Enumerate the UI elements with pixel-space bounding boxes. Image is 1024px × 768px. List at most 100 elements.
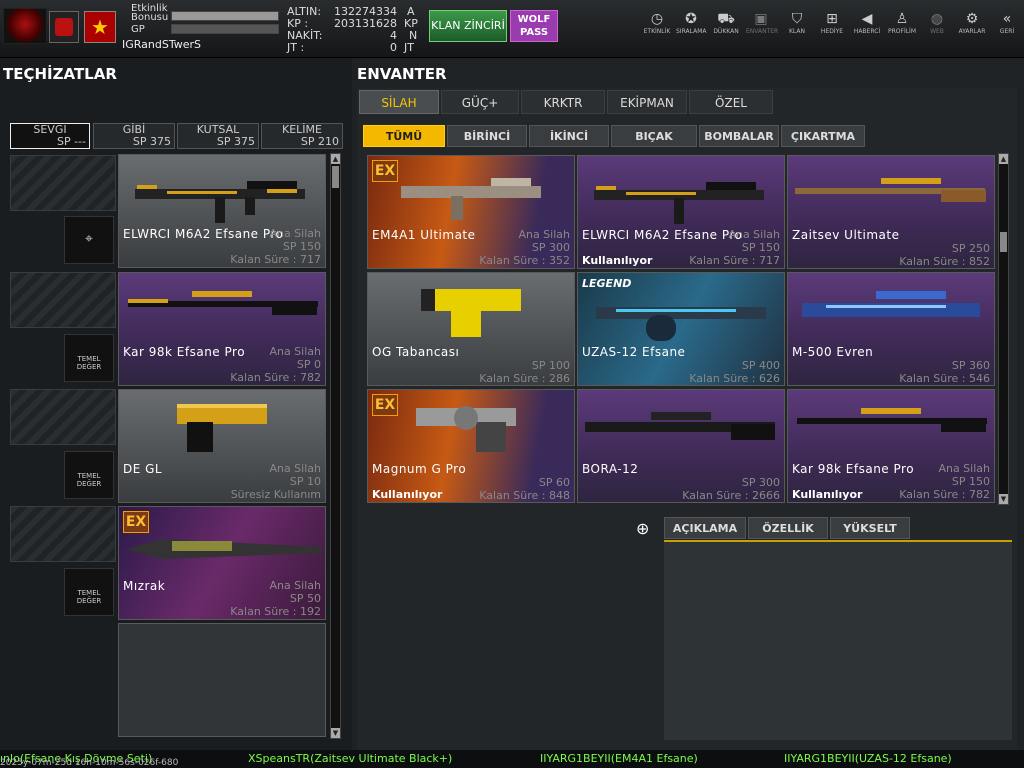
nav-envanter[interactable]: ▣ ENVANTER bbox=[746, 10, 779, 35]
sort-tab-sevgi[interactable]: SEVGİ SP --- bbox=[10, 123, 90, 149]
tab-ozel[interactable]: ÖZEL bbox=[689, 90, 773, 114]
inventory-item-bora[interactable]: BORA-12 SP 300 Kalan Süre : 2666 bbox=[577, 389, 785, 503]
medal-icon: ✪ bbox=[685, 11, 697, 27]
item-meta: Ana Silah SP 0 Kalan Süre : 782 bbox=[230, 345, 321, 384]
item-meta: Ana Silah SP 150 Kalan Süre : 717 bbox=[230, 227, 321, 266]
tab-krktr[interactable]: KRKTR bbox=[521, 90, 605, 114]
equipped-item-3[interactable]: DE GL Ana Silah SP 10 Süresiz Kullanım bbox=[118, 389, 326, 503]
klan-chain-button[interactable]: KLAN ZİNCİRİ bbox=[429, 10, 507, 42]
nav-label: PROFİLİM bbox=[887, 28, 917, 35]
inventory-item-kar98k[interactable]: Kar 98k Efsane Pro Ana Silah SP 150 Kalan … bbox=[787, 389, 995, 503]
inventory-item-uzas[interactable]: LEGEND UZAS-12 Efsane SP 400 Kalan Süre :… bbox=[577, 272, 785, 386]
subtab-birinci[interactable]: BİRİNCİ bbox=[447, 125, 527, 147]
equipped-item-4[interactable]: EX Mızrak Ana Silah SP 50 Kalan Süre : 192 bbox=[118, 506, 326, 620]
temel-label: TEMEL bbox=[77, 355, 101, 363]
item-sp: SP 300 bbox=[531, 241, 570, 254]
item-sp: SP 50 bbox=[289, 592, 321, 605]
attachment-slot[interactable] bbox=[10, 389, 116, 445]
attachment-slot[interactable] bbox=[10, 272, 116, 328]
nav-label: ENVANTER bbox=[746, 28, 779, 35]
zoom-icon[interactable]: ⊕ bbox=[636, 519, 649, 538]
scroll-thumb[interactable] bbox=[1000, 232, 1007, 252]
tab-ekipman[interactable]: EKİPMAN bbox=[607, 90, 687, 114]
subtab-ikinci[interactable]: İKİNCİ bbox=[529, 125, 609, 147]
item-name: Mızrak bbox=[123, 579, 166, 593]
pistol-gold-icon bbox=[177, 404, 267, 452]
item-type: Ana Silah bbox=[728, 228, 780, 241]
inventory-item-magnum[interactable]: EX Magnum G Pro SP 60 Kalan Süre : 848 Ku… bbox=[367, 389, 575, 503]
equipped-item-1[interactable]: ELWRCI M6A2 Efsane Pro Ana Silah SP 150 Ka… bbox=[118, 154, 326, 268]
tab-silah[interactable]: SİLAH bbox=[359, 90, 439, 114]
subtab-cikartma[interactable]: ÇIKARTMA bbox=[781, 125, 865, 147]
inventory-item-em4a1[interactable]: EX EM4A1 Ultimate Ana Silah SP 300 Kalan S… bbox=[367, 155, 575, 269]
temel-deger-button[interactable]: TEMEL DEĞER bbox=[64, 334, 114, 382]
inventory-item-og[interactable]: OG Tabancası SP 100 Kalan Süre : 286 bbox=[367, 272, 575, 386]
attachment-slot[interactable] bbox=[10, 155, 116, 211]
shield-icon: ⛉ bbox=[791, 11, 803, 27]
item-meta: SP 400 Kalan Süre : 626 bbox=[689, 359, 780, 385]
inventory-scrollbar[interactable]: ▲ ▼ bbox=[998, 153, 1009, 505]
inventory-item-m6a2[interactable]: ELWRCI M6A2 Efsane Pro Ana Silah SP 150 Ka… bbox=[577, 155, 785, 269]
scroll-down-icon[interactable]: ▼ bbox=[999, 494, 1008, 504]
nav-label: AYARLAR bbox=[958, 28, 986, 35]
detail-tab-yukselt[interactable]: YÜKSELT bbox=[830, 517, 910, 539]
wolf-pass-button[interactable]: WOLF PASS bbox=[510, 10, 558, 42]
stat-unit: JT bbox=[404, 41, 414, 54]
tab-guc[interactable]: GÜÇ+ bbox=[441, 90, 519, 114]
sort-tab-kelime[interactable]: KELİME SP 210 bbox=[261, 123, 343, 149]
item-meta: Ana Silah SP 300 Kalan Süre : 352 bbox=[479, 228, 570, 267]
temel-deger-button[interactable]: TEMEL DEĞER bbox=[64, 568, 114, 616]
item-time: Kalan Süre : 546 bbox=[899, 372, 990, 385]
inventory-item-m500[interactable]: M-500 Evren SP 360 Kalan Süre : 546 bbox=[787, 272, 995, 386]
nav-dukkan[interactable]: ⛟ DÜKKAN bbox=[711, 10, 741, 35]
item-sp: SP 150 bbox=[951, 475, 990, 488]
subtab-tumu[interactable]: TÜMÜ bbox=[363, 125, 445, 147]
sniper-blue-icon bbox=[802, 291, 980, 317]
nav-etkinlik[interactable]: ◷ ETKİNLİK bbox=[642, 10, 672, 35]
nav-klan[interactable]: ⛉ KLAN bbox=[782, 10, 812, 35]
player-nickname: IGRandSTwerS bbox=[122, 38, 202, 51]
wolf-pass-line2: PASS bbox=[519, 27, 549, 38]
item-time: Kalan Süre : 848 bbox=[479, 489, 570, 502]
subtab-bicak[interactable]: BIÇAK bbox=[611, 125, 697, 147]
nav-geri[interactable]: «GERİ bbox=[992, 10, 1022, 35]
detail-content bbox=[664, 540, 1012, 740]
inventory-item-zaitsev[interactable]: Zaitsev Ultimate SP 250 Kalan Süre : 852 bbox=[787, 155, 995, 269]
cart-icon: ⛟ bbox=[717, 11, 735, 27]
detail-tab-aciklama[interactable]: AÇIKLAMA bbox=[664, 517, 746, 539]
subtab-bombalar[interactable]: BOMBALAR bbox=[699, 125, 779, 147]
nav-hediye[interactable]: ⊞ HEDİYE bbox=[817, 10, 847, 35]
item-meta: SP 300 Kalan Süre : 2666 bbox=[682, 476, 780, 502]
sort-tab-gibi[interactable]: GİBİ SP 375 bbox=[93, 123, 175, 149]
scroll-down-icon[interactable]: ▼ bbox=[331, 728, 340, 738]
item-time: Kalan Süre : 286 bbox=[479, 372, 570, 385]
scroll-up-icon[interactable]: ▲ bbox=[331, 154, 340, 164]
equipped-item-2[interactable]: Kar 98k Efsane Pro Ana Silah SP 0 Kalan Sü… bbox=[118, 272, 326, 386]
deger-label: DEĞER bbox=[76, 480, 102, 488]
scroll-thumb[interactable] bbox=[332, 166, 339, 188]
bonus-bar bbox=[171, 11, 279, 21]
sort-tab-kutsal[interactable]: KUTSAL SP 375 bbox=[177, 123, 259, 149]
scroll-up-icon[interactable]: ▲ bbox=[999, 154, 1008, 164]
timestamp: 2025y-07m-25d 16h-10m-56s-026f-680 bbox=[0, 758, 179, 768]
item-time: Kalan Süre : 717 bbox=[689, 254, 780, 267]
box-icon: ▣ bbox=[754, 11, 768, 27]
empty-equipment-slot[interactable] bbox=[118, 623, 326, 737]
nav-profilim[interactable]: ♙ PROFİLİM bbox=[887, 10, 917, 35]
shotgun-blue-icon bbox=[596, 307, 766, 341]
temel-deger-button[interactable]: TEMEL DEĞER bbox=[64, 451, 114, 499]
item-name: BORA-12 bbox=[582, 462, 639, 476]
nav-haberci[interactable]: ◀ HABERCİ bbox=[852, 10, 882, 35]
item-sp: SP 150 bbox=[741, 241, 780, 254]
attachment-slot[interactable] bbox=[10, 506, 116, 562]
crosshair-icon[interactable]: ⌖ bbox=[64, 216, 114, 264]
nav-label: GERİ bbox=[999, 28, 1015, 35]
nav-label: DÜKKAN bbox=[713, 28, 739, 35]
item-sp: SP 0 bbox=[296, 358, 321, 371]
nav-ayarlar[interactable]: ⚙ AYARLAR bbox=[957, 10, 987, 35]
detail-tab-ozellik[interactable]: ÖZELLİK bbox=[748, 517, 828, 539]
stat-value: 4 bbox=[390, 29, 397, 42]
equipment-scrollbar[interactable]: ▲ ▼ bbox=[330, 153, 341, 739]
nav-siralama[interactable]: ✪ SIRALAMA bbox=[676, 10, 706, 35]
nav-web[interactable]: ◍ WEB bbox=[922, 10, 952, 35]
